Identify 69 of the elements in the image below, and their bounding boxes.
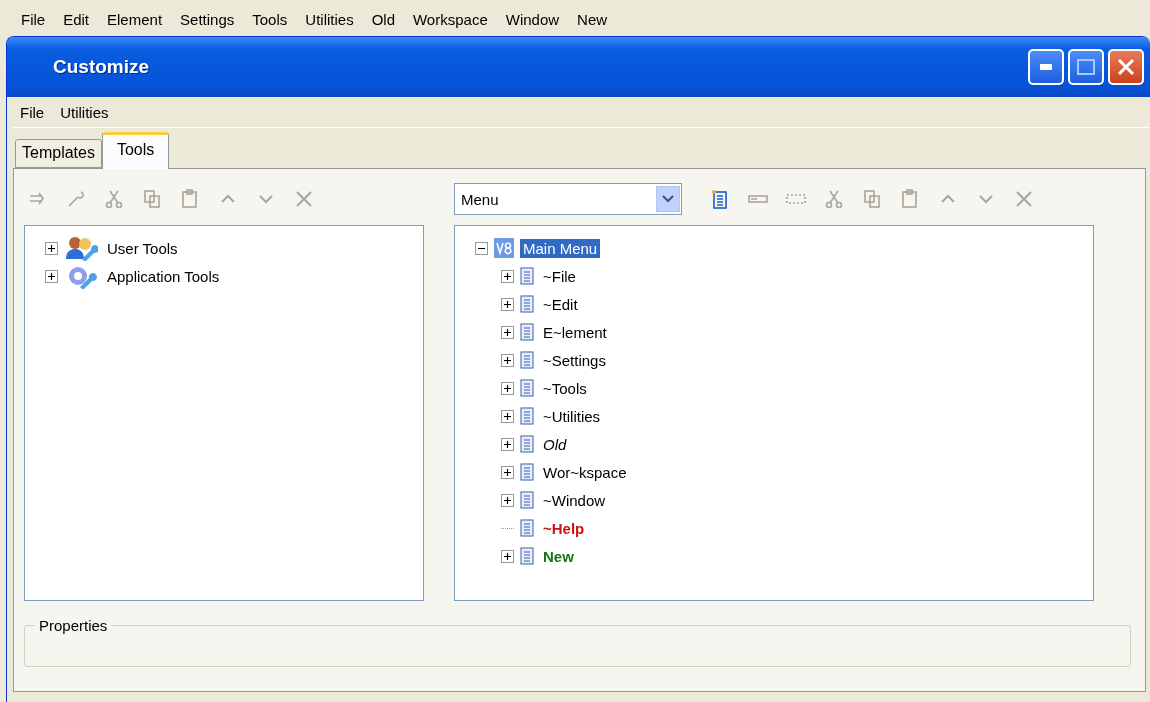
maximize-button[interactable]: [1068, 49, 1104, 85]
list-page-icon: [520, 435, 534, 453]
tree-item[interactable]: User Tools: [104, 238, 181, 258]
menu-item[interactable]: Element: [100, 8, 170, 30]
maximize-icon: [1077, 59, 1095, 75]
list-page-icon: [520, 323, 534, 341]
menu-item[interactable]: File: [13, 101, 52, 123]
list-page-icon: [520, 351, 534, 369]
list-page-icon: [520, 407, 534, 425]
expand-icon[interactable]: [501, 493, 514, 507]
tree-item[interactable]: Main Menu: [520, 238, 601, 258]
menu-item[interactable]: Old: [364, 8, 402, 30]
expand-icon[interactable]: [45, 241, 58, 255]
tree-item[interactable]: E~lement: [540, 322, 610, 342]
tree-item[interactable]: New: [540, 546, 577, 566]
tree-item[interactable]: Application Tools: [104, 266, 223, 286]
list-page-icon: [520, 463, 534, 481]
expand-icon[interactable]: [501, 409, 514, 423]
menu-item[interactable]: Workspace: [406, 8, 495, 30]
menu-item[interactable]: New: [570, 8, 615, 30]
expand-icon[interactable]: [501, 269, 514, 283]
menu-item[interactable]: Window: [498, 8, 567, 30]
users-wrench-icon: [64, 235, 98, 261]
minimize-icon: [1040, 64, 1052, 70]
chevron-down-icon: [662, 195, 674, 203]
tree-item[interactable]: Wor~kspace: [540, 462, 630, 482]
tree-item[interactable]: ~Utilities: [540, 406, 604, 426]
expand-icon[interactable]: [501, 465, 514, 479]
expand-icon[interactable]: [501, 437, 514, 451]
close-button[interactable]: [1108, 49, 1144, 85]
list-page-icon: [520, 547, 534, 565]
menu-dropdown[interactable]: Menu: [454, 183, 682, 215]
menu-item[interactable]: Edit: [56, 8, 97, 30]
close-icon: [1117, 58, 1135, 76]
tree-item[interactable]: ~Edit: [540, 294, 581, 314]
expand-icon[interactable]: [501, 353, 514, 367]
tree-item[interactable]: ~Help: [540, 518, 588, 538]
group-title: Properties: [38, 617, 109, 634]
expand-icon[interactable]: [501, 549, 514, 563]
window-title: Customize: [53, 56, 150, 78]
scissors-icon: [823, 188, 845, 210]
tree-item[interactable]: ~File: [540, 266, 579, 286]
tab[interactable]: Tools: [101, 132, 170, 169]
expand-icon[interactable]: [501, 325, 514, 339]
menu-item[interactable]: Utilities: [298, 8, 361, 30]
copy-icon: [861, 188, 883, 210]
menu-item[interactable]: Utilities: [53, 101, 116, 123]
minimize-button[interactable]: [1028, 49, 1064, 85]
list-page-icon: [520, 267, 534, 285]
list-page-icon: [520, 295, 534, 313]
menu-item[interactable]: Settings: [173, 8, 242, 30]
v8-logo-icon: [494, 238, 514, 258]
expand-icon[interactable]: [501, 381, 514, 395]
tree-item[interactable]: ~Tools: [540, 378, 590, 398]
menu-item[interactable]: File: [14, 8, 53, 30]
expand-icon[interactable]: [501, 297, 514, 311]
list-page-icon: [520, 519, 534, 537]
scissors-icon: [103, 188, 125, 210]
expand-icon[interactable]: [45, 269, 58, 283]
menu-item[interactable]: Tools: [245, 8, 295, 30]
tab[interactable]: Templates: [15, 139, 102, 168]
copy-icon: [141, 188, 163, 210]
tree-item[interactable]: Old: [540, 434, 570, 454]
tree-item[interactable]: ~Settings: [540, 350, 609, 370]
tree-item[interactable]: ~Window: [540, 490, 609, 510]
dropdown-button[interactable]: [656, 186, 680, 212]
list-page-icon: [520, 379, 534, 397]
collapse-icon[interactable]: [475, 241, 488, 255]
list-page-icon: [520, 491, 534, 509]
